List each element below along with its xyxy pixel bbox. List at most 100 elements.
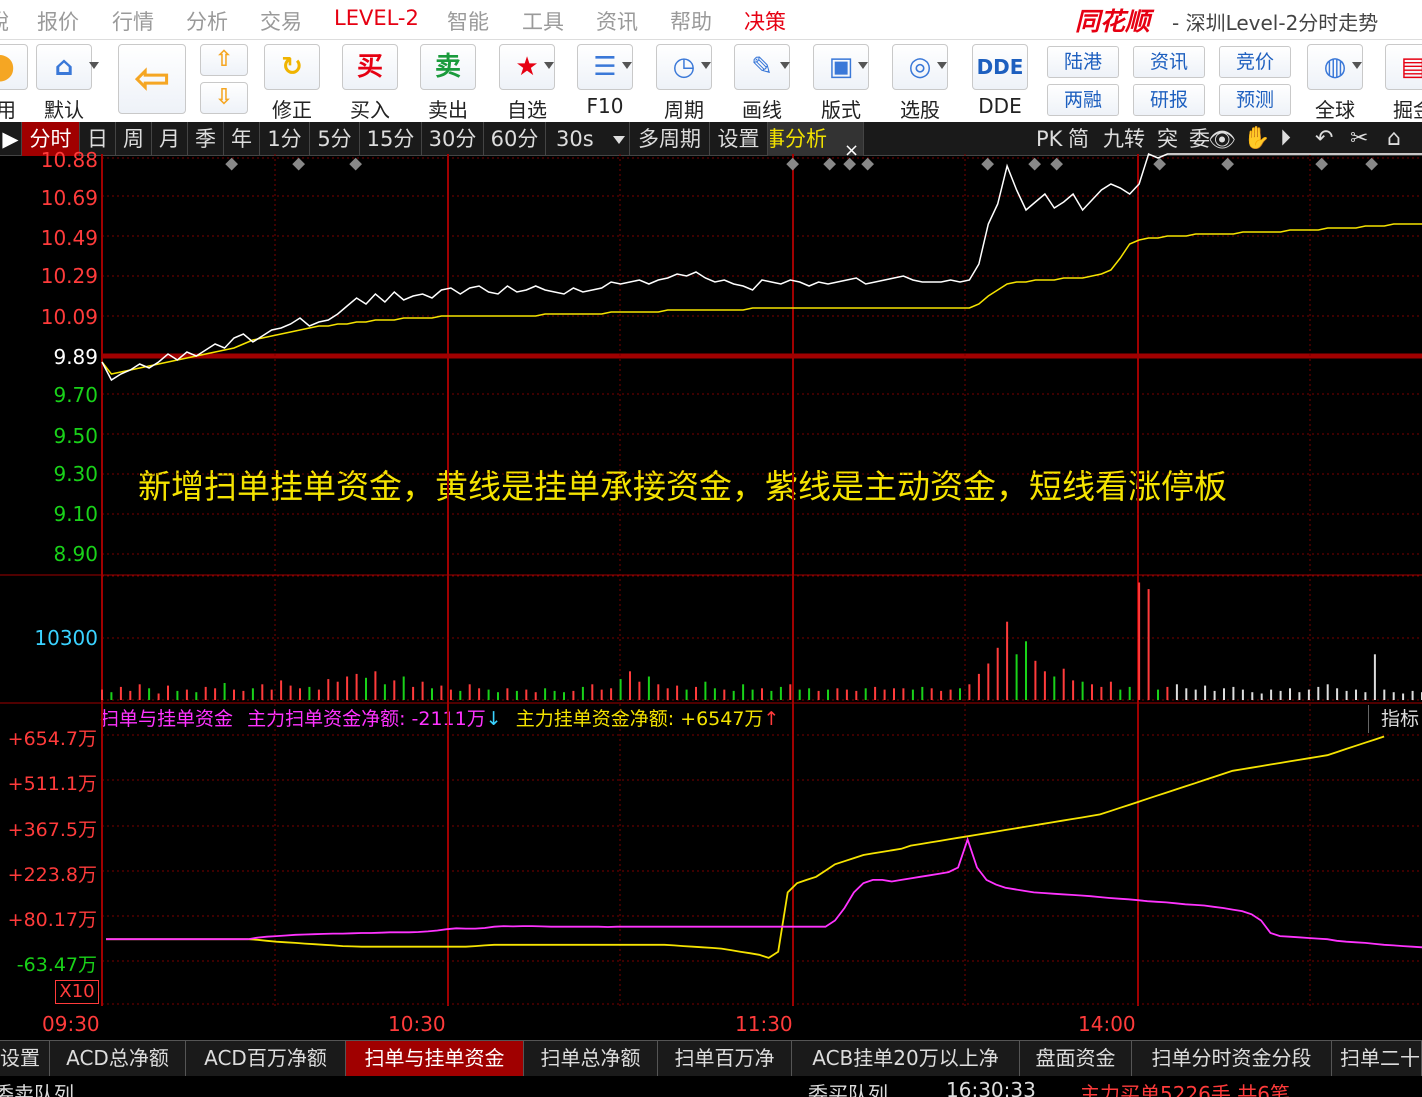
chevron-down-icon[interactable] <box>1352 62 1362 69</box>
toolbar-button-period[interactable]: ◷ 周期 <box>654 44 714 123</box>
button-research[interactable]: 研报 <box>1133 84 1205 116</box>
tab-bottom-settings[interactable]: 设置 <box>0 1041 50 1077</box>
tab-analysis[interactable]: 事分析 × <box>768 122 864 161</box>
hand-icon[interactable]: ✋ <box>1243 126 1270 151</box>
play-icon[interactable]: ⏵ <box>1280 126 1291 151</box>
toolbar-button-fix[interactable]: ↻ 修正 <box>262 44 322 123</box>
multiplier-badge[interactable]: X10 <box>55 980 99 1004</box>
menu-item-market[interactable]: 行情 <box>112 6 154 36</box>
toolbar-button-apps[interactable]: ⬤用 <box>0 44 30 123</box>
volume-bar <box>1298 692 1301 700</box>
chevron-down-icon[interactable] <box>622 62 632 69</box>
close-icon[interactable]: × <box>844 140 859 161</box>
menu-item-analysis[interactable]: 分析 <box>186 6 228 36</box>
tab-board-fund[interactable]: 盘面资金 <box>1020 1041 1132 1077</box>
tab-multi-period[interactable]: 多周期 <box>630 122 710 156</box>
volume-bar <box>1260 693 1263 700</box>
tab-order[interactable]: 委 <box>1189 122 1210 156</box>
menu-item-quote[interactable]: 报价 <box>37 6 79 36</box>
scissors-icon[interactable]: ✂ <box>1350 126 1368 151</box>
toolbar-button-f10[interactable]: ☰ F10 <box>575 44 635 118</box>
button-margin[interactable]: 两融 <box>1047 84 1119 116</box>
chevron-down-icon[interactable] <box>858 62 868 69</box>
lock-icon[interactable]: ⌂ <box>1387 126 1401 151</box>
volume-bar <box>864 688 867 700</box>
volume-bar <box>270 689 273 700</box>
toolbar-button-screener[interactable]: ◎ 选股 <box>890 44 950 123</box>
button-hk-connect[interactable]: 陆港 <box>1047 46 1119 78</box>
indicator-selector[interactable]: 指标 <box>1368 705 1422 733</box>
volume-bar <box>449 689 452 700</box>
time-tick: 11:30 <box>735 1012 793 1036</box>
tab-sweep-pending[interactable]: 扫单与挂单资金 <box>346 1041 524 1077</box>
tab-sweep-total[interactable]: 扫单总净额 <box>524 1041 658 1077</box>
tab-60min[interactable]: 60分 <box>484 122 546 156</box>
volume-bar <box>412 686 415 700</box>
eye-icon[interactable]: 👁 <box>1208 128 1236 153</box>
tab-sweep-twenty[interactable]: 扫单二十 <box>1332 1041 1422 1077</box>
button-auction[interactable]: 竞价 <box>1219 46 1291 78</box>
tab-quarterly[interactable]: 季 <box>188 122 224 156</box>
tab-1min[interactable]: 1分 <box>260 122 310 156</box>
tab-pk[interactable]: PK <box>1036 122 1062 156</box>
toolbar-button-watchlist[interactable]: ★ 自选 <box>497 44 557 123</box>
toolbar-button-mining[interactable]: ▤ 掘金 <box>1383 44 1422 123</box>
sell-icon: 卖 <box>420 44 476 90</box>
arrow-down-icon: ⇩ <box>200 82 248 114</box>
tab-sweep-segments[interactable]: 扫单分时资金分段 <box>1132 1041 1332 1077</box>
time-tick: 14:00 <box>1078 1012 1136 1036</box>
menu-item-help[interactable]: 帮助 <box>670 6 712 36</box>
menu-item-tools[interactable]: 工具 <box>522 6 564 36</box>
tab-acb-pending[interactable]: ACB挂单20万以上净 <box>792 1041 1020 1077</box>
toolbar-button-draw[interactable]: ✎ 画线 <box>732 44 792 123</box>
toolbar-button-back[interactable]: ⇦ <box>118 44 186 114</box>
menu-item-level2[interactable]: LEVEL-2 <box>334 6 419 30</box>
volume-bar <box>704 681 707 700</box>
toolbar-button-global[interactable]: ◍ 全球 <box>1305 44 1365 123</box>
toolbar-button-default[interactable]: ⌂ 默认 <box>34 44 94 123</box>
chevron-down-icon[interactable] <box>613 136 625 144</box>
chevron-down-icon[interactable] <box>544 62 554 69</box>
tab-settings[interactable]: 设置 <box>710 122 768 156</box>
toolbar-button-buy[interactable]: 买买入 <box>340 44 400 123</box>
tab-simple[interactable]: 简 <box>1068 122 1089 156</box>
volume-bar <box>930 688 933 700</box>
volume-bar <box>676 685 679 700</box>
tab-5min[interactable]: 5分 <box>310 122 360 156</box>
tab-acd-total[interactable]: ACD总净额 <box>50 1041 186 1077</box>
volume-bar <box>1100 686 1103 700</box>
tab-15min[interactable]: 15分 <box>360 122 422 156</box>
tab-monthly[interactable]: 月 <box>152 122 188 156</box>
tab-weekly[interactable]: 周 <box>116 122 152 156</box>
button-news[interactable]: 资讯 <box>1133 46 1205 78</box>
tab-30min[interactable]: 30分 <box>422 122 484 156</box>
menu-item-trade[interactable]: 交易 <box>260 6 302 36</box>
toolbar-button-sell[interactable]: 卖卖出 <box>418 44 478 123</box>
volume-bar <box>1336 688 1339 700</box>
volume-bar <box>261 684 264 700</box>
menu-item-decision[interactable]: 决策 <box>744 6 786 36</box>
toolbar-button-up[interactable]: ⇧ ⇩ <box>200 44 248 114</box>
menu-item-0[interactable]: 說 <box>0 6 9 36</box>
volume-bar <box>1392 692 1395 700</box>
toolbar-button-dde[interactable]: DDE DDE <box>970 44 1030 118</box>
tab-acd-million[interactable]: ACD百万净额 <box>186 1041 346 1077</box>
chevron-down-icon[interactable] <box>937 62 947 69</box>
tab-nine-turn[interactable]: 九转 <box>1103 122 1145 156</box>
chevron-down-icon[interactable] <box>701 62 711 69</box>
volume-bar <box>1157 689 1159 700</box>
button-forecast[interactable]: 预测 <box>1219 84 1291 116</box>
tab-sweep-million[interactable]: 扫单百万净 <box>658 1041 792 1077</box>
chevron-down-icon[interactable] <box>780 62 790 69</box>
undo-icon[interactable]: ↶ <box>1315 126 1333 151</box>
volume-bar <box>242 690 245 700</box>
volume-bar <box>779 686 782 700</box>
menu-item-news[interactable]: 资讯 <box>596 6 638 36</box>
toolbar-button-layout[interactable]: ▣ 版式 <box>811 44 871 123</box>
chevron-down-icon[interactable] <box>89 62 99 69</box>
tab-yearly[interactable]: 年 <box>224 122 260 156</box>
event-marker-icon <box>1153 157 1167 171</box>
menu-item-smart[interactable]: 智能 <box>447 6 489 36</box>
tab-breakout[interactable]: 突 <box>1157 122 1178 156</box>
indicator-header: 扫单与挂单资金 主力扫单资金净额: -2111万↓ 主力挂单资金净额: +654… <box>100 705 1422 733</box>
